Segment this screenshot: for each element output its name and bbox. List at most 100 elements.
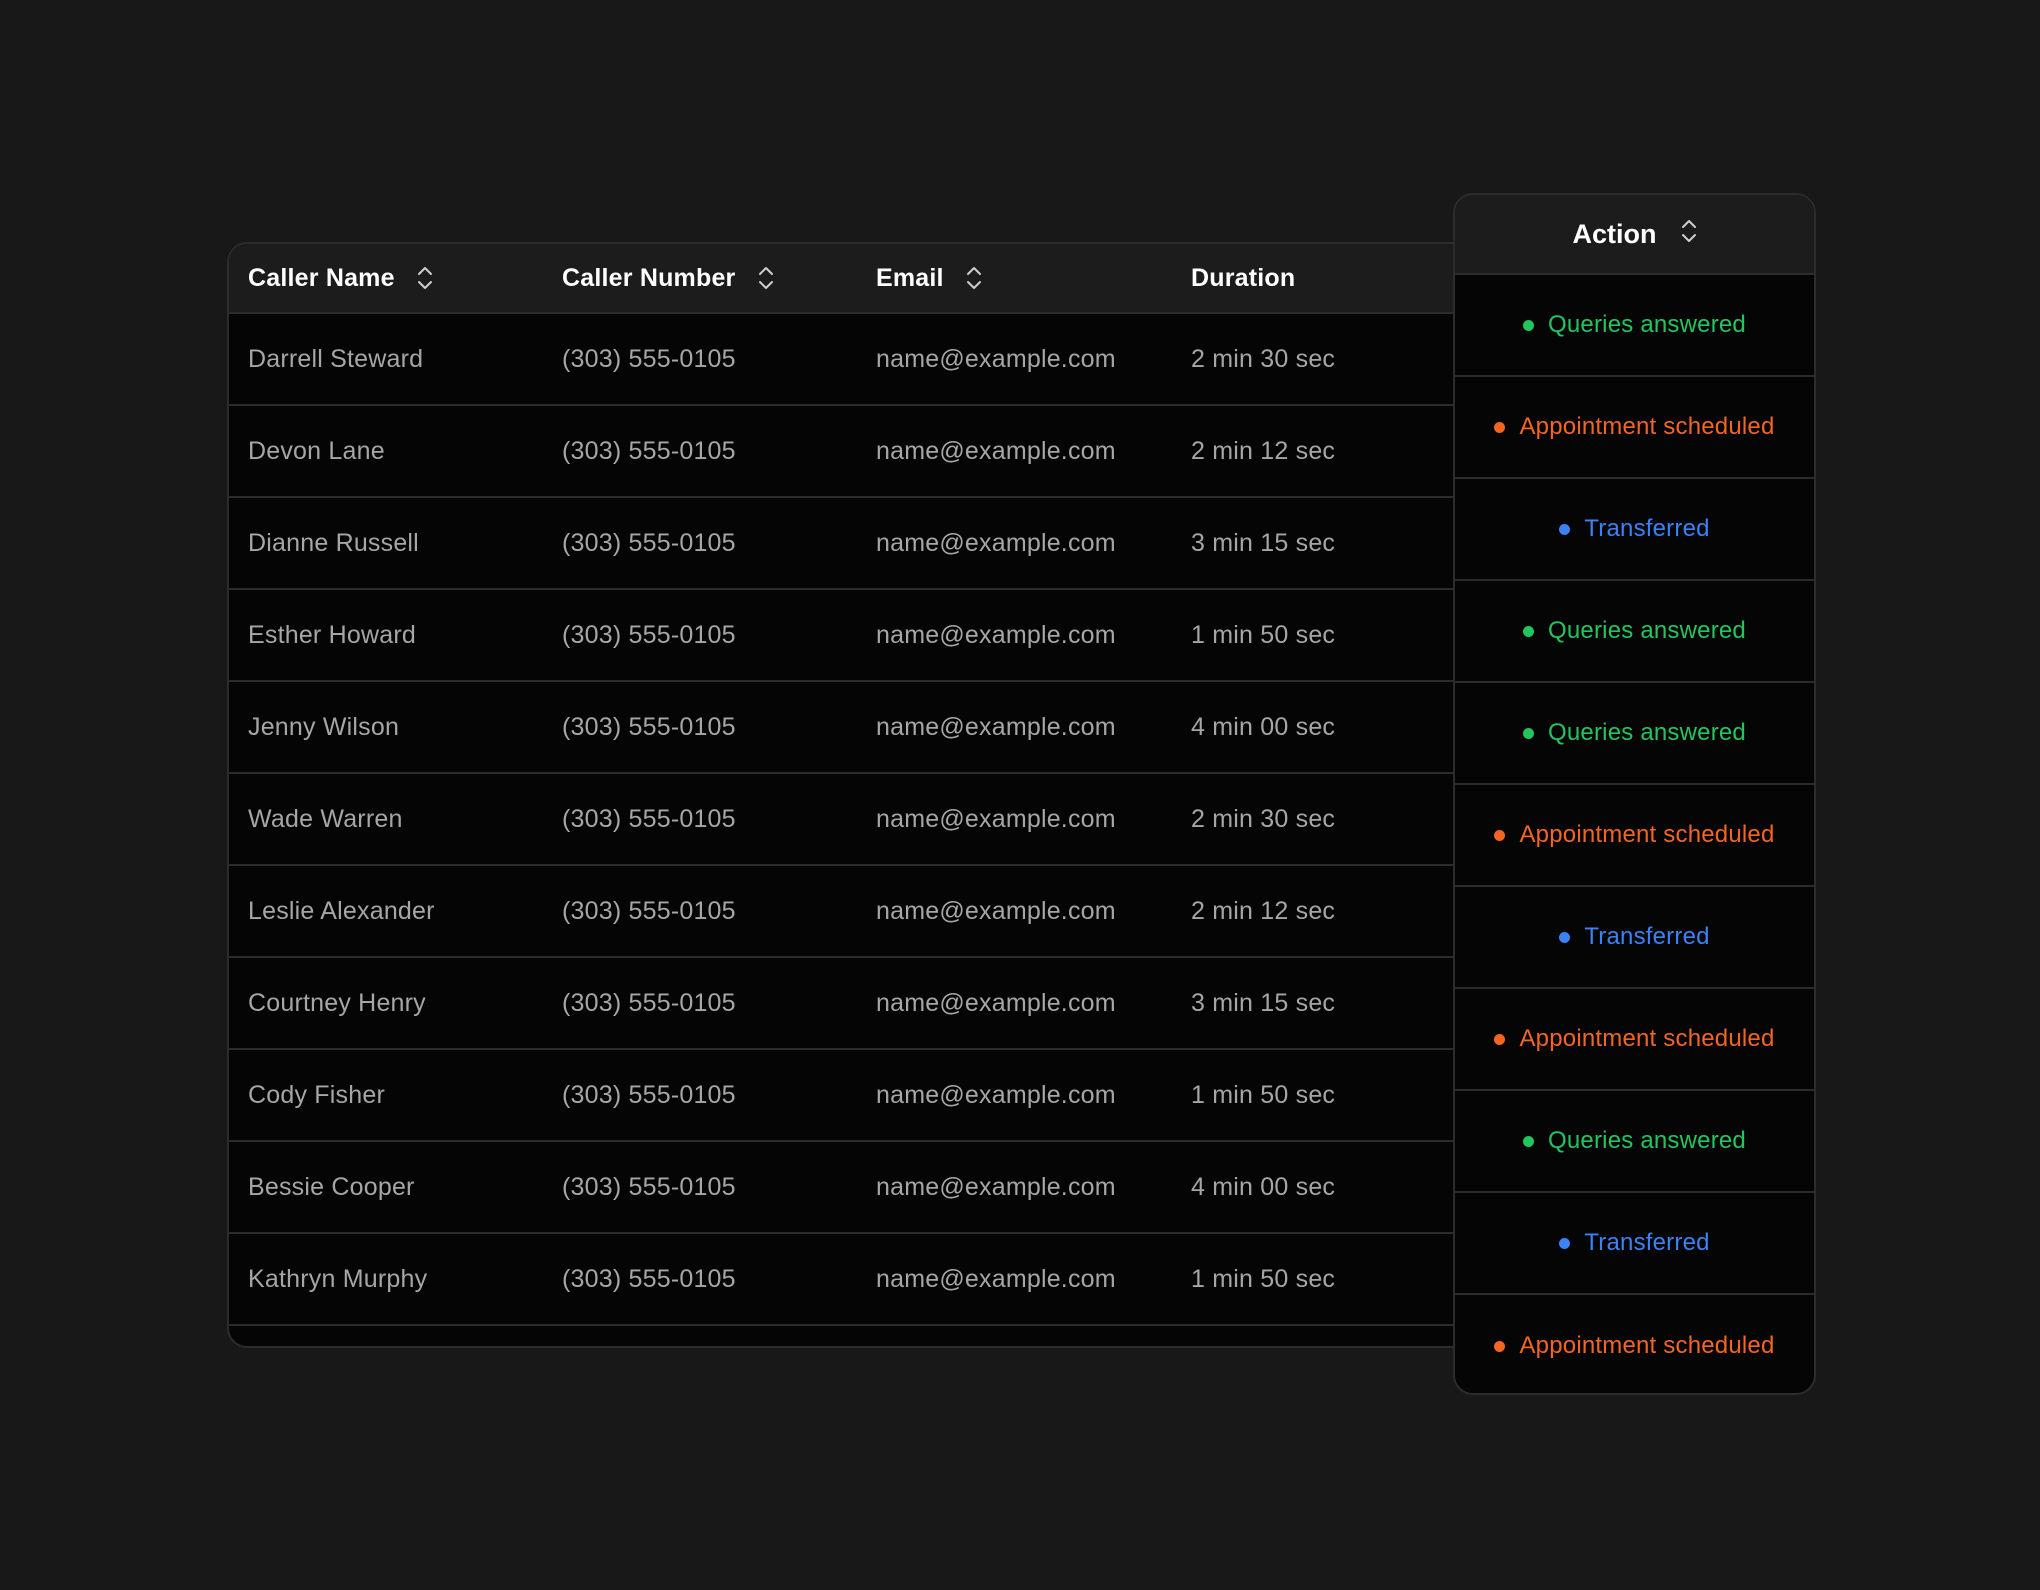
duration-cell: 4 min 00 sec bbox=[1191, 712, 1336, 741]
caller-name-cell: Courtney Henry bbox=[248, 988, 426, 1017]
duration-cell: 2 min 30 sec bbox=[1191, 804, 1336, 833]
table-body: Darrell Steward (303) 555-0105 name@exampl… bbox=[229, 314, 1457, 1326]
action-status-badge: Appointment scheduled bbox=[1455, 377, 1814, 479]
caller-number-cell: (303) 555-0105 bbox=[562, 620, 736, 649]
duration-cell: 2 min 30 sec bbox=[1191, 344, 1336, 373]
table-row[interactable]: Jenny Wilson (303) 555-0105 name@example.c… bbox=[229, 682, 1457, 774]
status-dot-icon bbox=[1494, 421, 1506, 433]
header-caller-name-label: Caller Name bbox=[248, 263, 395, 292]
header-duration-label: Duration bbox=[1191, 263, 1296, 292]
status-dot-icon bbox=[1559, 1237, 1571, 1249]
table-row[interactable]: Dianne Russell (303) 555-0105 name@example… bbox=[229, 498, 1457, 590]
email-cell: name@example.com bbox=[876, 1080, 1116, 1109]
caller-name-cell: Leslie Alexander bbox=[248, 896, 435, 925]
status-dot-icon bbox=[1559, 523, 1571, 535]
action-status-label: Transferred bbox=[1584, 923, 1710, 950]
action-column: Action Queries answered Appointment sched… bbox=[1453, 193, 1816, 1395]
action-status-label: Queries answered bbox=[1548, 1127, 1746, 1154]
email-cell: name@example.com bbox=[876, 712, 1116, 741]
header-caller-number-label: Caller Number bbox=[562, 263, 736, 292]
email-cell: name@example.com bbox=[876, 804, 1116, 833]
duration-cell: 1 min 50 sec bbox=[1191, 620, 1336, 649]
action-status-label: Appointment scheduled bbox=[1519, 821, 1775, 848]
header-action-label: Action bbox=[1572, 218, 1657, 249]
action-status-label: Transferred bbox=[1584, 515, 1710, 542]
caller-name-cell: Bessie Cooper bbox=[248, 1172, 415, 1201]
action-status-label: Appointment scheduled bbox=[1519, 1332, 1775, 1359]
caller-number-cell: (303) 555-0105 bbox=[562, 1172, 736, 1201]
email-cell: name@example.com bbox=[876, 620, 1116, 649]
caller-number-cell: (303) 555-0105 bbox=[562, 804, 736, 833]
action-status-label: Appointment scheduled bbox=[1519, 1025, 1775, 1052]
caller-number-cell: (303) 555-0105 bbox=[562, 528, 736, 557]
caller-number-cell: (303) 555-0105 bbox=[562, 988, 736, 1017]
status-dot-icon bbox=[1523, 727, 1535, 739]
table-row[interactable]: Leslie Alexander (303) 555-0105 name@examp… bbox=[229, 866, 1457, 958]
caller-name-cell: Dianne Russell bbox=[248, 528, 419, 557]
action-status-badge: Appointment scheduled bbox=[1455, 785, 1814, 887]
action-status-label: Appointment scheduled bbox=[1519, 413, 1775, 440]
email-cell: name@example.com bbox=[876, 1172, 1116, 1201]
email-cell: name@example.com bbox=[876, 344, 1116, 373]
action-status-badge: Queries answered bbox=[1455, 683, 1814, 785]
caller-name-cell: Kathryn Murphy bbox=[248, 1264, 428, 1293]
status-dot-icon bbox=[1494, 1340, 1506, 1352]
action-status-label: Transferred bbox=[1584, 1229, 1710, 1256]
header-caller-number[interactable]: Caller Number bbox=[562, 244, 774, 312]
action-status-badge: Queries answered bbox=[1455, 275, 1814, 377]
action-status-badge: Transferred bbox=[1455, 887, 1814, 989]
email-cell: name@example.com bbox=[876, 1264, 1116, 1293]
calls-table: Caller Name Caller Number Email Duration… bbox=[227, 242, 1457, 1348]
status-dot-icon bbox=[1523, 319, 1535, 331]
caller-name-cell: Wade Warren bbox=[248, 804, 403, 833]
duration-cell: 1 min 50 sec bbox=[1191, 1264, 1336, 1293]
duration-cell: 1 min 50 sec bbox=[1191, 1080, 1336, 1109]
table-row[interactable]: Kathryn Murphy (303) 555-0105 name@example… bbox=[229, 1234, 1457, 1326]
action-status-badge: Appointment scheduled bbox=[1455, 989, 1814, 1091]
sort-icon[interactable] bbox=[966, 265, 982, 291]
table-row[interactable]: Darrell Steward (303) 555-0105 name@exampl… bbox=[229, 314, 1457, 406]
caller-number-cell: (303) 555-0105 bbox=[562, 712, 736, 741]
action-list: Queries answered Appointment scheduled Tra… bbox=[1455, 275, 1814, 1393]
table-row[interactable]: Esther Howard (303) 555-0105 name@example.… bbox=[229, 590, 1457, 682]
caller-number-cell: (303) 555-0105 bbox=[562, 436, 736, 465]
table-row[interactable]: Bessie Cooper (303) 555-0105 name@example.… bbox=[229, 1142, 1457, 1234]
action-status-badge: Appointment scheduled bbox=[1455, 1295, 1814, 1393]
table-row[interactable]: Cody Fisher (303) 555-0105 name@example.co… bbox=[229, 1050, 1457, 1142]
table-row[interactable]: Courtney Henry (303) 555-0105 name@example… bbox=[229, 958, 1457, 1050]
caller-name-cell: Devon Lane bbox=[248, 436, 385, 465]
email-cell: name@example.com bbox=[876, 528, 1116, 557]
sort-icon[interactable] bbox=[758, 265, 774, 291]
email-cell: name@example.com bbox=[876, 436, 1116, 465]
table-row[interactable]: Devon Lane (303) 555-0105 name@example.com… bbox=[229, 406, 1457, 498]
email-cell: name@example.com bbox=[876, 988, 1116, 1017]
header-action[interactable]: Action bbox=[1455, 195, 1814, 275]
action-status-label: Queries answered bbox=[1548, 311, 1746, 338]
duration-cell: 2 min 12 sec bbox=[1191, 436, 1336, 465]
action-status-badge: Queries answered bbox=[1455, 581, 1814, 683]
status-dot-icon bbox=[1523, 1135, 1535, 1147]
caller-name-cell: Jenny Wilson bbox=[248, 712, 400, 741]
action-status-badge: Transferred bbox=[1455, 479, 1814, 581]
status-dot-icon bbox=[1523, 625, 1535, 637]
status-dot-icon bbox=[1494, 829, 1506, 841]
caller-number-cell: (303) 555-0105 bbox=[562, 344, 736, 373]
table-header: Caller Name Caller Number Email Duration bbox=[229, 244, 1457, 314]
sort-icon[interactable] bbox=[1681, 218, 1697, 244]
action-status-badge: Transferred bbox=[1455, 1193, 1814, 1295]
duration-cell: 3 min 15 sec bbox=[1191, 988, 1336, 1017]
caller-name-cell: Darrell Steward bbox=[248, 344, 424, 373]
header-email[interactable]: Email bbox=[876, 244, 982, 312]
caller-number-cell: (303) 555-0105 bbox=[562, 896, 736, 925]
action-status-badge: Queries answered bbox=[1455, 1091, 1814, 1193]
action-status-label: Queries answered bbox=[1548, 617, 1746, 644]
caller-name-cell: Esther Howard bbox=[248, 620, 416, 649]
header-duration: Duration bbox=[1191, 244, 1295, 312]
sort-icon[interactable] bbox=[417, 265, 433, 291]
header-email-label: Email bbox=[876, 263, 944, 292]
table-row[interactable]: Wade Warren (303) 555-0105 name@example.co… bbox=[229, 774, 1457, 866]
action-status-label: Queries answered bbox=[1548, 719, 1746, 746]
header-caller-name[interactable]: Caller Name bbox=[248, 244, 433, 312]
email-cell: name@example.com bbox=[876, 896, 1116, 925]
duration-cell: 3 min 15 sec bbox=[1191, 528, 1336, 557]
